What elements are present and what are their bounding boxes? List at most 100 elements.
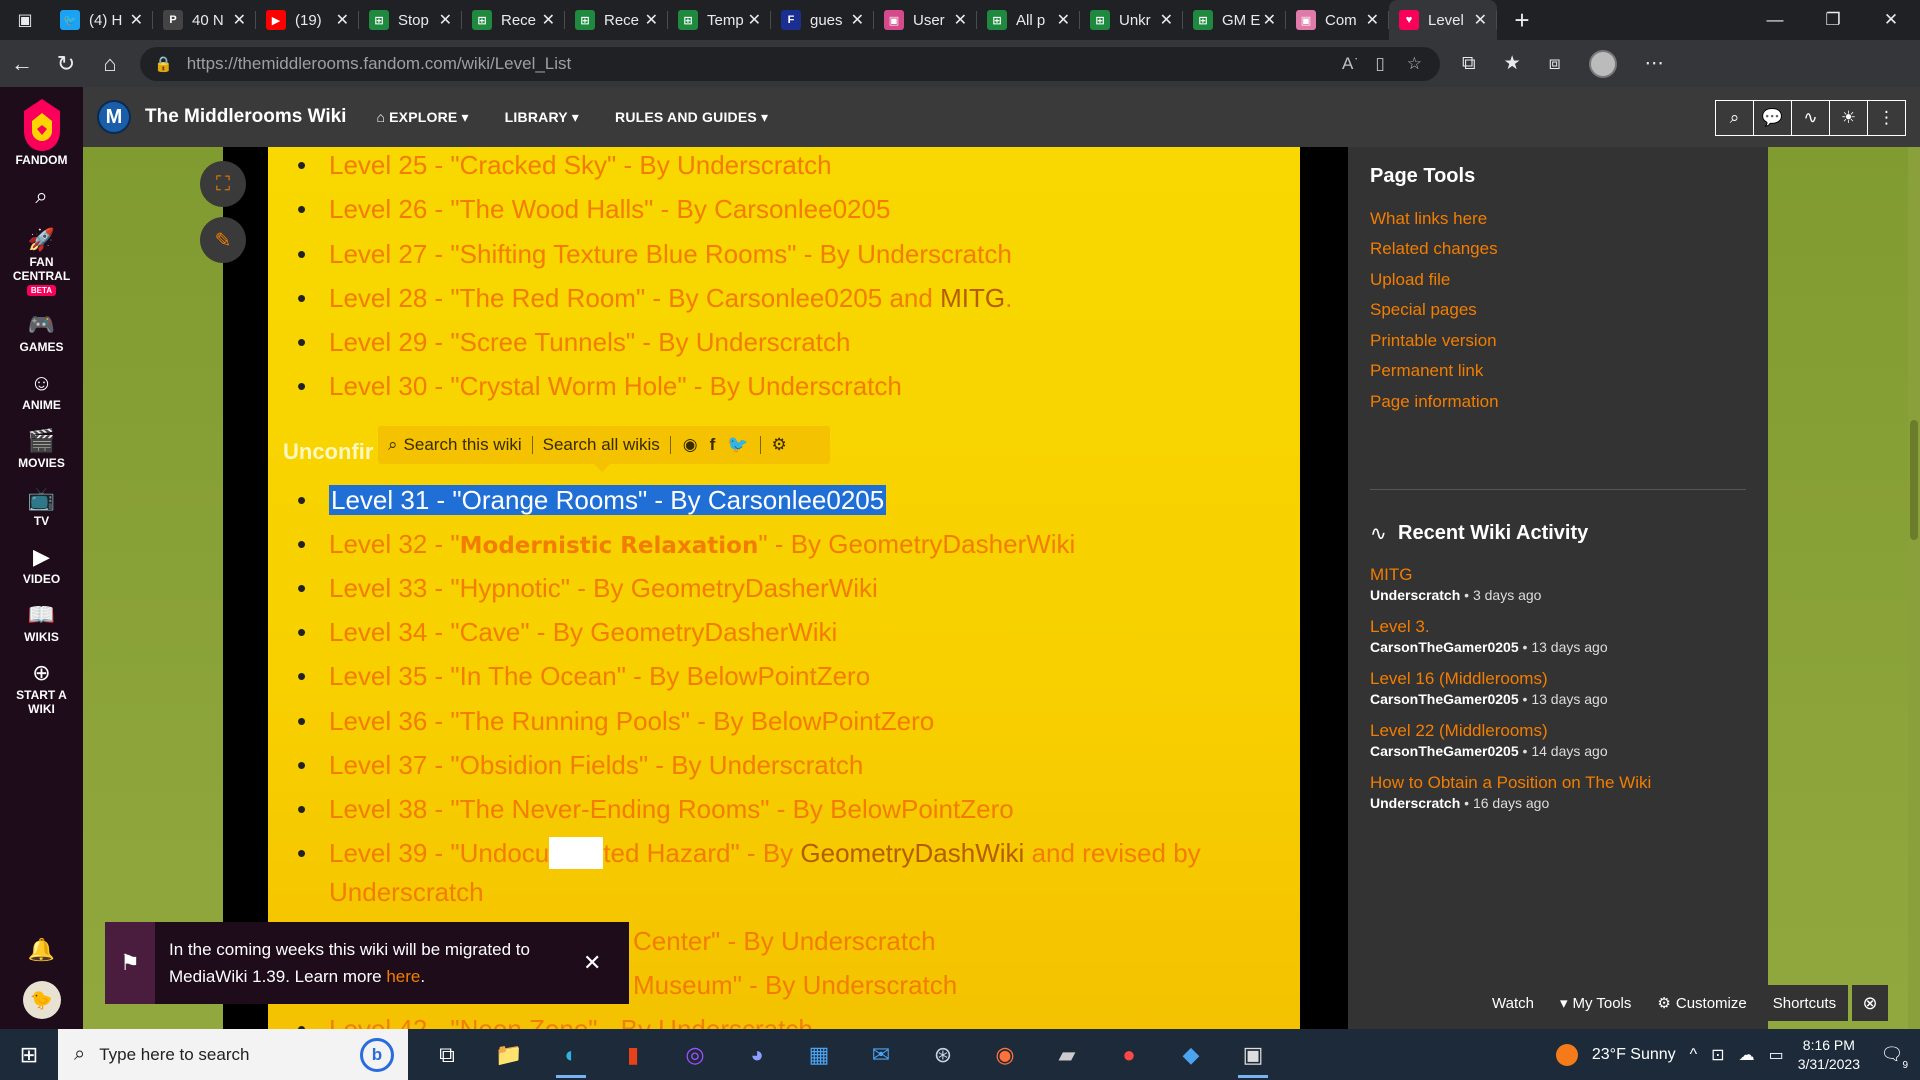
browser-tab[interactable]: ⊞ Rece ✕	[462, 0, 565, 40]
theme-toggle-icon[interactable]: ☀	[1829, 100, 1868, 136]
author-link[interactable]: Carsonlee0205 and	[706, 283, 933, 313]
ea-icon[interactable]: ●	[1098, 1029, 1160, 1080]
page-tool-link[interactable]: What links here	[1370, 209, 1487, 229]
close-tab-icon[interactable]: ✕	[1057, 10, 1070, 30]
author-link[interactable]: Underscratch	[696, 327, 851, 357]
customize-button[interactable]: ⚙ Customize	[1645, 985, 1759, 1021]
author-link[interactable]: GeometryDasherWiki	[828, 529, 1075, 559]
user-avatar[interactable]: 🐤	[22, 981, 61, 1019]
level-number-link[interactable]: Level 27	[329, 239, 427, 269]
store-icon[interactable]: ▦	[788, 1029, 850, 1080]
author-link[interactable]: Carsonlee0205	[708, 485, 884, 515]
close-tab-icon[interactable]: ✕	[645, 10, 658, 30]
author-link[interactable]: Underscratch	[329, 877, 1201, 908]
author-link[interactable]: BelowPointZero	[830, 794, 1014, 824]
activity-page-link[interactable]: Level 16 (Middlerooms)	[1370, 669, 1548, 689]
activity-user[interactable]: Underscratch	[1370, 795, 1460, 811]
activity-page-link[interactable]: Level 3.	[1370, 617, 1430, 637]
favorites-icon[interactable]: ★	[1504, 52, 1521, 75]
reddit-icon[interactable]: ◉	[683, 435, 698, 455]
file-explorer-icon[interactable]: 📁	[478, 1029, 540, 1080]
more-menu-icon[interactable]: ⋮	[1867, 100, 1906, 136]
taskbar-search-box[interactable]: ⌕ Type here to search b	[58, 1029, 408, 1080]
wiki-nav-explore[interactable]: ⌂ EXPLORE ▾	[376, 109, 468, 126]
clock[interactable]: 8:16 PM 3/31/2023	[1798, 1036, 1860, 1074]
activity-user[interactable]: CarsonTheGamer0205	[1370, 691, 1519, 707]
tab-actions-menu-icon[interactable]: ▣	[0, 0, 50, 40]
wiki-name[interactable]: The Middlerooms Wiki	[145, 106, 346, 128]
search-icon[interactable]: ⌕	[1715, 100, 1754, 136]
author-link[interactable]: Underscratch	[677, 150, 832, 180]
author-link[interactable]: Underscratch	[857, 239, 1012, 269]
add-favorite-icon[interactable]: ☆	[1407, 54, 1422, 74]
activity-user[interactable]: Underscratch	[1370, 587, 1460, 603]
activity-user[interactable]: CarsonTheGamer0205	[1370, 639, 1519, 655]
discord-icon[interactable]: ◕	[726, 1029, 788, 1080]
close-tab-icon[interactable]: ✕	[1263, 10, 1276, 30]
weather-sun-icon[interactable]	[1555, 1043, 1578, 1066]
page-tool-link[interactable]: Special pages	[1370, 300, 1477, 320]
close-tab-icon[interactable]: ✕	[1366, 10, 1379, 30]
home-button[interactable]: ⌂	[88, 44, 132, 84]
scrollbar-thumb[interactable]	[1910, 420, 1918, 540]
level-number-link[interactable]: Level 36	[329, 706, 427, 736]
recent-activity-icon[interactable]: ∿	[1791, 100, 1830, 136]
close-tab-icon[interactable]: ✕	[439, 10, 452, 30]
close-tab-icon[interactable]: ✕	[954, 10, 967, 30]
level-number-link[interactable]: Level 38	[329, 794, 427, 824]
chevron-up-icon[interactable]: ^	[1690, 1046, 1698, 1064]
search-this-wiki-button[interactable]: ⌕ Search this wiki	[378, 435, 532, 455]
close-tab-icon[interactable]: ✕	[1474, 10, 1487, 30]
page-tool-link[interactable]: Related changes	[1370, 239, 1498, 259]
activity-user[interactable]: CarsonTheGamer0205	[1370, 743, 1519, 759]
game-app-icon[interactable]: ▰	[1036, 1029, 1098, 1080]
fullscreen-toggle-button[interactable]: ⛶	[200, 161, 246, 207]
discussions-icon[interactable]: 💬	[1753, 100, 1792, 136]
pinned-app-icon[interactable]: ▣	[1222, 1029, 1284, 1080]
facebook-icon[interactable]: f	[710, 435, 716, 455]
close-window-button[interactable]: ✕	[1862, 0, 1920, 40]
browser-tab[interactable]: ▣ Com ✕	[1286, 0, 1389, 40]
author-link[interactable]: Underscratch	[709, 750, 864, 780]
search-icon[interactable]: ⌕	[27, 181, 57, 211]
my-tools-button[interactable]: ▾ My Tools	[1547, 985, 1644, 1021]
refresh-button[interactable]: ↻	[44, 44, 88, 84]
level-number-link[interactable]: Level 31	[331, 485, 429, 515]
author-link[interactable]: Underscratch	[747, 371, 902, 401]
activity-page-link[interactable]: How to Obtain a Position on The Wiki	[1370, 773, 1651, 793]
new-tab-button[interactable]: +	[1497, 0, 1547, 40]
fandom-nav-item[interactable]: 🎬 MOVIES	[18, 426, 65, 470]
url-field[interactable]: 🔒 https://themiddlerooms.fandom.com/wiki…	[140, 46, 1440, 81]
close-tab-icon[interactable]: ✕	[542, 10, 555, 30]
selected-text[interactable]: Level 31 - "Orange Rooms" - By Carsonlee…	[329, 485, 887, 515]
restore-button[interactable]: ❐	[1804, 0, 1862, 40]
level-number-link[interactable]: Level 26	[329, 194, 427, 224]
popup-settings-button[interactable]: ⚙	[761, 435, 796, 455]
back-button[interactable]: ←	[0, 44, 44, 84]
edge-icon[interactable]: ◐	[540, 1029, 602, 1080]
browser-tab[interactable]: ⊞ Stop ✕	[359, 0, 462, 40]
edit-page-button[interactable]: ✎	[200, 217, 246, 263]
browser-tab[interactable]: ⊞ All p ✕	[977, 0, 1080, 40]
weather-text[interactable]: 23°F Sunny	[1592, 1046, 1676, 1064]
notice-link[interactable]: here	[386, 967, 420, 986]
fandom-nav-item[interactable]: 📺 TV	[26, 484, 56, 528]
browser-tab[interactable]: ⊞ Rece ✕	[565, 0, 668, 40]
fandom-nav-item[interactable]: 🎮 GAMES	[19, 310, 63, 354]
close-tab-icon[interactable]: ✕	[130, 10, 143, 30]
page-tool-link[interactable]: Upload file	[1370, 270, 1450, 290]
fandom-nav-item[interactable]: ▶ VIDEO	[23, 542, 60, 586]
browser-tab[interactable]: ⊞ GM E ✕	[1183, 0, 1286, 40]
level-number-link[interactable]: Level 39	[329, 838, 427, 868]
page-tool-link[interactable]: Permanent link	[1370, 361, 1483, 381]
author-link[interactable]: GeometryDashWiki	[800, 838, 1024, 868]
fandom-brand-label[interactable]: FANDOM	[16, 153, 68, 167]
fandom-search[interactable]: ⌕	[27, 181, 57, 211]
messenger-icon[interactable]: ◎	[664, 1029, 726, 1080]
task-view-icon[interactable]: ⧉	[416, 1029, 478, 1080]
start-button[interactable]: ⊞	[0, 1029, 58, 1080]
cloud-icon[interactable]: ☁	[1739, 1045, 1755, 1065]
mail-icon[interactable]: ✉	[850, 1029, 912, 1080]
author-link[interactable]: BelowPointZero	[751, 706, 935, 736]
office-icon[interactable]: ▮	[602, 1029, 664, 1080]
